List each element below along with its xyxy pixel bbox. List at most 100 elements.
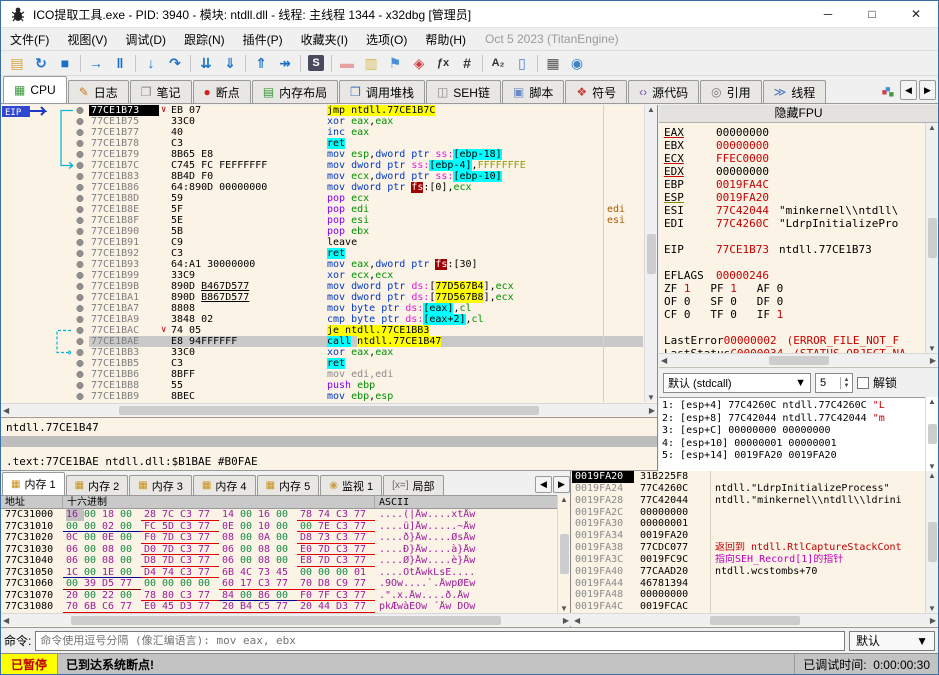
register-list[interactable]: EAX 00000000 EBX 00000000 ECX FFEC0000 EDX 0000…	[659, 123, 924, 353]
function-analysis-icon[interactable]: ƒx	[431, 52, 455, 74]
dump-row[interactable]: 77C31040 06 00 08 00 D8 7D C3 77 06 00 08 00 E8 7D C3 77…	[1, 555, 557, 567]
unlock-checkbox[interactable]	[857, 376, 869, 389]
disasm-row[interactable]: 77CE1B86 64:890D 00000000 mov dword ptr fs…	[89, 182, 643, 193]
argument-row[interactable]: 2: [esp+8] 77C42044 ntdll.77C42044 "m	[662, 413, 938, 426]
calling-convention-select[interactable]: 默认 (stdcall) ▼	[663, 372, 811, 393]
dump-tabs-scroll-right-button[interactable]: ▶	[553, 476, 570, 493]
menu-item-p[interactable]: 插件(P)	[234, 29, 292, 50]
disasm-row[interactable]: 77CE1BAE E8 94FFFFFF call ntdll.77CE1B47	[89, 336, 643, 347]
disassembly-pane[interactable]: EIP 77CE1B73 ∨ EB 07 jmp ntdll.77CE1B7C 77CE…	[1, 105, 658, 471]
dump-row[interactable]: 77C31060 00 39 D5 77 00 00 00 00 60 17 C3 77 70 D8 C9 77…	[1, 578, 557, 590]
stack-vertical-scrollbar[interactable]: ▲ ▼	[925, 471, 938, 613]
disasm-row[interactable]: 77CE1B8D 59 pop ecx	[89, 193, 643, 204]
disasm-row[interactable]: 77CE1BA7 8808 mov byte ptr ds:[eax],cl	[89, 303, 643, 314]
tab-symbols[interactable]: ❖ 符号	[565, 80, 628, 103]
stack-row[interactable]: 0019FA40 77CAAD20 ntdll.wcstombs+70	[572, 565, 924, 578]
close-button[interactable]: ✕	[894, 1, 938, 28]
calculator-icon[interactable]: ▦	[541, 52, 565, 74]
disasm-row[interactable]: 77CE1B75 33C0 xor eax,eax	[89, 116, 643, 127]
comments-icon[interactable]: ▥	[359, 52, 383, 74]
dump-tab-locals[interactable]: [x=] 局部	[383, 475, 444, 495]
argument-row[interactable]: 4: [esp+10] 00000001 00000001	[662, 438, 938, 451]
command-input[interactable]	[35, 630, 845, 651]
stack-horizontal-scrollbar[interactable]: ◀ ▶	[572, 613, 938, 626]
dump-row[interactable]: 77C31000 16 00 18 00 28 7C C3 77 14 00 16 00 78 74 C3 77…	[1, 509, 557, 521]
dump-tab-watch[interactable]: ◉ 监视 1	[320, 475, 383, 495]
menu-item-f[interactable]: 文件(F)	[1, 29, 58, 50]
dump-tab-memory[interactable]: ▦ 内存 2	[65, 475, 129, 495]
tab-call-stack[interactable]: ❒ 调用堆栈	[339, 80, 425, 103]
stack-rows[interactable]: 0019FA20 31B225F8 0019FA24 77C4260C ntdll."L…	[572, 471, 924, 613]
disasm-row[interactable]: 77CE1B7C C745 FC FEFFFFFF mov dword ptr ss…	[89, 160, 643, 171]
disasm-row[interactable]: 77CE1B78 C3 ret	[89, 138, 643, 149]
stack-row[interactable]: 0019FA2C 00000000	[572, 506, 924, 519]
argument-row[interactable]: 5: [esp+14] 0019FA20 0019FA20	[662, 450, 938, 463]
stop-icon[interactable]: ■	[53, 52, 77, 74]
patch-icon[interactable]: ▬	[335, 52, 359, 74]
dump-rows[interactable]: 77C31000 16 00 18 00 28 7C C3 77 14 00 16 00 78 74 C3 77…	[1, 509, 557, 613]
spinner-arrows-icon[interactable]: ▲ ▼	[840, 376, 852, 389]
stack-row[interactable]: 0019FA30 00000001	[572, 518, 924, 531]
step-into-icon[interactable]: ↓	[139, 52, 163, 74]
stack-row[interactable]: 0019FA24 77C4260C ntdll."LdrpInitializePro…	[572, 482, 924, 495]
restart-icon[interactable]: ↻	[29, 52, 53, 74]
tab-scroll-right-button[interactable]: ▶	[919, 80, 936, 100]
disasm-row[interactable]: 77CE1BB8 55 push ebp	[89, 380, 643, 391]
disasm-vertical-scrollbar[interactable]: ▲ ▼	[644, 105, 657, 402]
stack-row[interactable]: 0019FA28 77C42044 ntdll."minkernel\\ntdll\…	[572, 494, 924, 507]
disasm-row[interactable]: 77CE1B77 40 inc eax	[89, 127, 643, 138]
tab-cpu[interactable]: ▦ CPU	[3, 76, 67, 103]
trace-into-icon[interactable]: ⇊	[194, 52, 218, 74]
menu-item-d[interactable]: 调试(D)	[116, 29, 175, 50]
dump-tab-memory[interactable]: ▦ 内存 4	[192, 475, 256, 495]
seh-chain-icon[interactable]: S	[304, 52, 328, 74]
dump-vertical-scrollbar[interactable]: ▲ ▼	[557, 495, 570, 613]
argument-row[interactable]: 3: [esp+C] 00000000 00000000	[662, 425, 938, 438]
stack-row[interactable]: 0019FA20 31B225F8	[572, 471, 924, 483]
disasm-row[interactable]: 77CE1BB5 C3 ret	[89, 358, 643, 369]
dump-row[interactable]: 77C31030 06 00 08 00 D0 7D C3 77 06 00 08 00 E0 7D C3 77…	[1, 544, 557, 555]
argument-depth-spinner[interactable]: 5 ▲ ▼	[815, 372, 853, 393]
disasm-row[interactable]: 77CE1B83 8B4D F0 mov ecx,dword ptr ss:[ebp…	[89, 171, 643, 182]
scylla-icon[interactable]: ▯	[510, 52, 534, 74]
help-globe-icon[interactable]: ◉	[565, 52, 589, 74]
disasm-row[interactable]: 77CE1B90 5B pop ebx	[89, 226, 643, 237]
dump-row[interactable]: 77C31080 70 6B C6 77 E0 45 D3 77 20 B4 C5 77 20 44 D3 77…	[1, 601, 557, 613]
stack-row[interactable]: 0019FA38 77CDC077 返回到 ntdll.RtlCaptureStac…	[572, 542, 924, 554]
menu-item-n[interactable]: 跟踪(N)	[175, 29, 234, 50]
stack-row[interactable]: 0019FA34 0019FA20	[572, 530, 924, 543]
maximize-button[interactable]: □	[850, 1, 894, 28]
dump-row[interactable]: 77C31050 1C 00 1E 00 D4 74 C3 77 6B 4C 73 45 00 00 00 01…	[1, 567, 557, 578]
struct-blocks-icon[interactable]: ■■■	[882, 83, 894, 99]
disasm-row[interactable]: 77CE1B91 C9 leave	[89, 237, 643, 248]
disassembly-rows[interactable]: 77CE1B73 ∨ EB 07 jmp ntdll.77CE1B7C 77CE1B75…	[89, 105, 643, 402]
registers-horizontal-scrollbar[interactable]: ◀ ▶	[659, 353, 938, 366]
disasm-row[interactable]: 77CE1B9B 890D B467D577 mov dword ptr ds:[7…	[89, 281, 643, 292]
tab-scroll-left-button[interactable]: ◀	[900, 80, 917, 100]
dump-tab-memory[interactable]: ▦ 内存 3	[129, 475, 192, 495]
registers-vertical-scrollbar[interactable]: ▲ ▼	[925, 123, 938, 353]
run-to-user-code-icon[interactable]: ↠	[273, 52, 297, 74]
call-arguments-panel[interactable]: 1: [esp+4] 77C4260C ntdll.77C4260C "L 2: …	[659, 397, 938, 471]
bookmarks-icon[interactable]: ◈	[407, 52, 431, 74]
dump-row[interactable]: 77C31070 20 00 22 00 78 80 C3 77 84 00 86 00 F0 7F C3 77…	[1, 590, 557, 601]
tab-threads[interactable]: ≫ 线程	[762, 80, 827, 103]
disasm-row[interactable]: 77CE1B8E 5F pop edi edi	[89, 204, 643, 215]
minimize-button[interactable]: ─	[806, 1, 850, 28]
stack-row[interactable]: 0019FA3C 0019FC9C 指向SEH_Record[1]的指针	[572, 553, 924, 566]
trace-over-icon[interactable]: ⇓	[218, 52, 242, 74]
tab-seh-chain[interactable]: ◫ SEH链	[425, 80, 501, 103]
command-profile-select[interactable]: 默认 ▼	[849, 630, 935, 651]
dump-row[interactable]: 77C31020 0C 00 0E 00 F0 7D C3 77 08 00 0A 00 D8 73 C3 77…	[1, 532, 557, 544]
disasm-row[interactable]: 77CE1B79 8B65 E8 mov esp,dword ptr ss:[ebp…	[89, 149, 643, 160]
dump-tab-memory[interactable]: ▦ 内存 1	[2, 472, 65, 495]
dump-tab-memory[interactable]: ▦ 内存 5	[256, 475, 320, 495]
tab-script[interactable]: ▣ 脚本	[501, 80, 565, 103]
labels-icon[interactable]: ⚑	[383, 52, 407, 74]
disasm-row[interactable]: 77CE1BB9 8BEC mov ebp,esp	[89, 391, 643, 402]
disasm-row[interactable]: 77CE1B93 64:A1 30000000 mov eax,dword ptr …	[89, 259, 643, 270]
arguments-vertical-scrollbar[interactable]: ▲ ▼	[925, 397, 938, 471]
tab-source[interactable]: ‹› 源代码	[628, 80, 700, 103]
step-over-icon[interactable]: ↷	[163, 52, 187, 74]
disasm-row[interactable]: 77CE1BA1 890D B867D577 mov dword ptr ds:[7…	[89, 292, 643, 303]
